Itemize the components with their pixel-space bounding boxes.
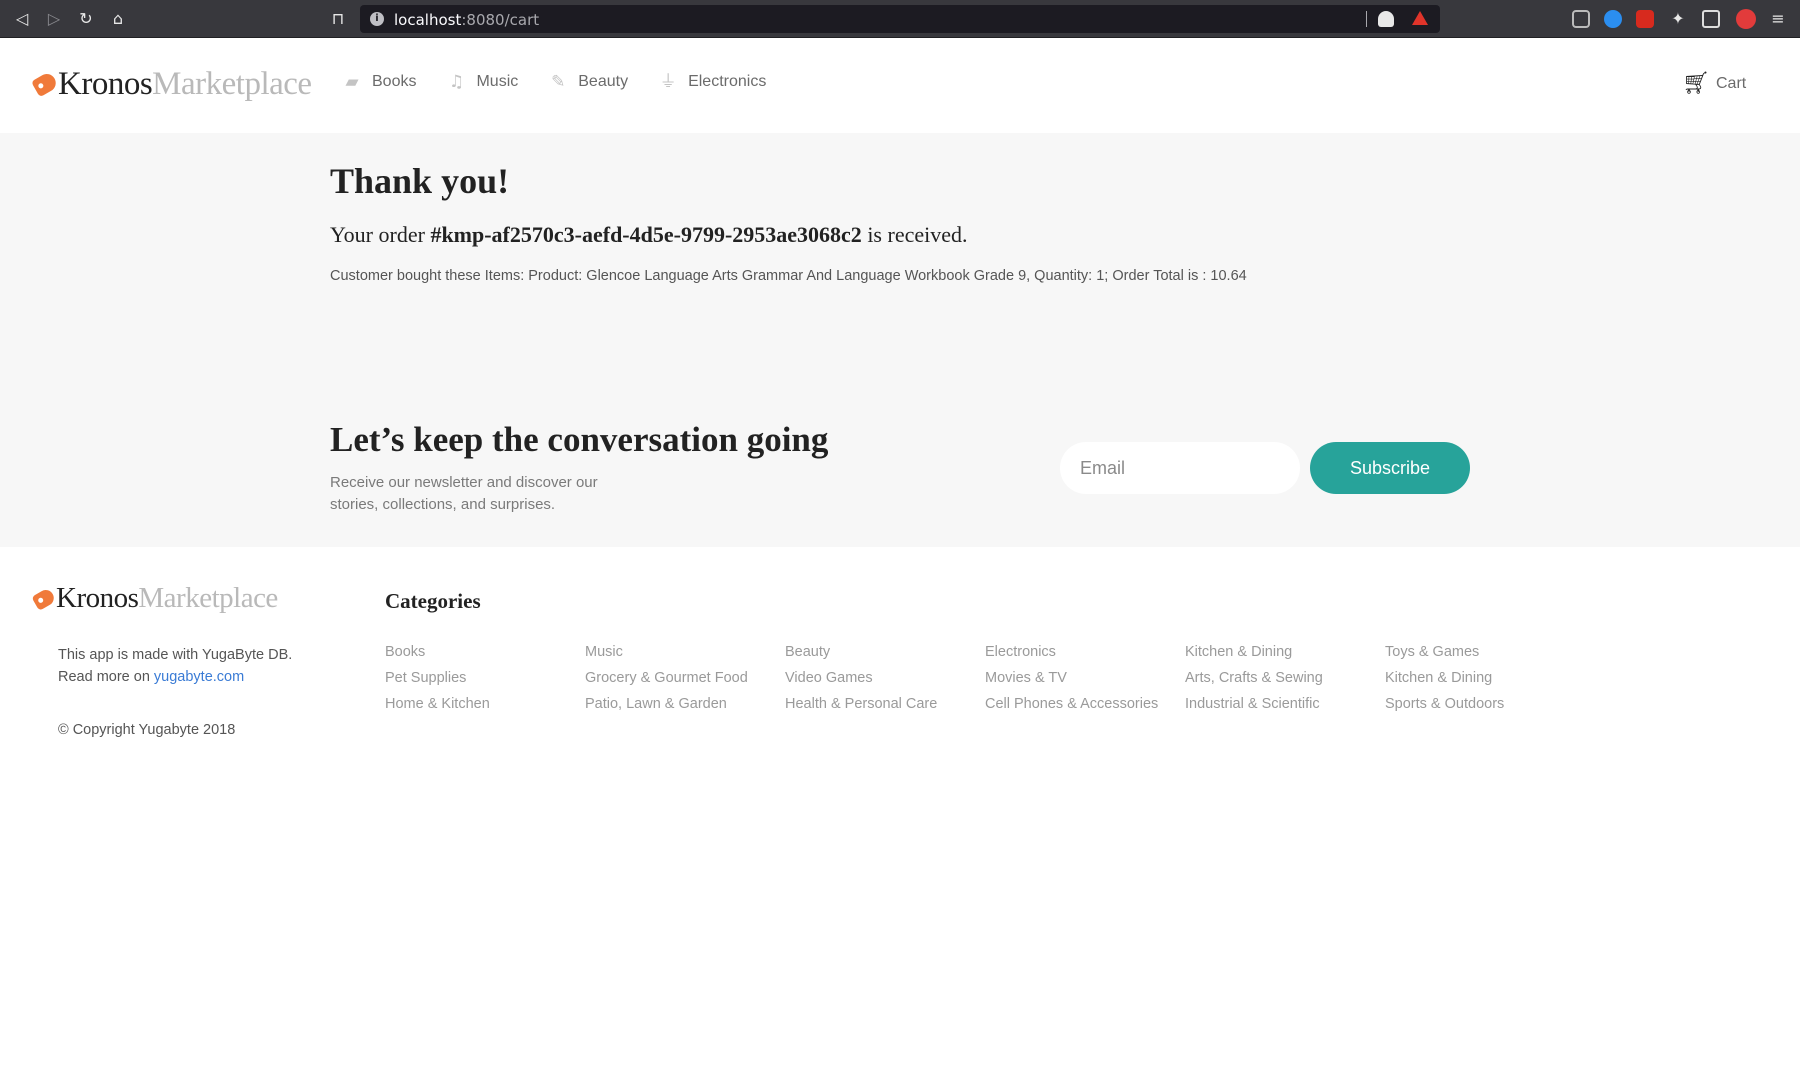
nav-item-music[interactable]: ♫ Music [446,72,518,92]
address-bar[interactable]: i localhost:8080/cart [360,5,1440,33]
back-icon[interactable]: ◁ [12,9,32,29]
logo-brand-primary: Kronos [58,65,153,102]
site-info-icon[interactable]: i [370,12,384,26]
category-link-music[interactable]: Music [585,642,785,662]
brave-shield-icon[interactable] [1378,11,1394,27]
site-logo[interactable]: Kronos Marketplace [30,64,312,104]
cart-link[interactable]: 🛒︎ Cart [1682,72,1746,96]
category-link-kitchen-dining-2[interactable]: Kitchen & Dining [1385,668,1585,688]
cart-icon: 🛒︎ [1682,71,1710,96]
nav-item-beauty[interactable]: ✎ Beauty [548,72,628,92]
subscribe-button[interactable]: Subscribe [1310,442,1470,494]
site-footer: Kronos Marketplace This app is made with… [0,547,1800,1088]
book-icon: ▰ [345,72,359,92]
category-link-industrial[interactable]: Industrial & Scientific [1185,694,1385,714]
category-link-books[interactable]: Books [385,642,585,662]
order-id: #kmp-af2570c3-aefd-4d5e-9799-2953ae3068c… [430,222,862,247]
order-received-line: Your order #kmp-af2570c3-aefd-4d5e-9799-… [330,222,967,248]
newsletter-title: Let’s keep the conversation going [330,420,829,459]
logo-brand-secondary: Marketplace [152,65,312,102]
nav-item-books[interactable]: ▰ Books [342,72,416,92]
nav-item-label: Electronics [688,73,767,90]
newsletter-description: Receive our newsletter and discover our … [330,474,598,513]
category-link-arts-crafts[interactable]: Arts, Crafts & Sewing [1185,668,1385,688]
browser-toolbar: ◁ ▷ ↻ ⌂ ⊓ i localhost:8080/cart ✦ ≡ [0,0,1800,38]
category-link-home-kitchen[interactable]: Home & Kitchen [385,694,585,714]
category-link-grocery[interactable]: Grocery & Gourmet Food [585,668,785,688]
extensions-puzzle-icon[interactable]: ✦ [1668,9,1688,29]
footer-read-more: Read more on yugabyte.com [58,666,318,688]
yugabyte-link[interactable]: yugabyte.com [154,669,244,685]
category-link-toys-games[interactable]: Toys & Games [1385,642,1585,662]
page-title: Thank you! [330,161,510,201]
address-url: localhost:8080/cart [394,11,540,29]
nav-item-label: Beauty [578,73,629,90]
category-link-electronics[interactable]: Electronics [985,642,1185,662]
newsletter-email-input[interactable] [1060,442,1300,494]
category-link-health[interactable]: Health & Personal Care [785,694,985,714]
footer-brand-primary: Kronos [56,582,139,614]
profile-avatar-icon[interactable] [1736,9,1756,29]
wallet-icon[interactable] [1702,10,1720,28]
categories-title: Categories [385,589,481,613]
address-divider [1366,11,1367,27]
category-link-beauty[interactable]: Beauty [785,642,985,662]
home-icon[interactable]: ⌂ [108,9,128,29]
nav-item-label: Books [372,73,417,90]
category-link-kitchen-dining[interactable]: Kitchen & Dining [1185,642,1385,662]
pdf-extension-icon[interactable] [1636,10,1654,28]
category-link-sports[interactable]: Sports & Outdoors [1385,694,1585,714]
forward-icon[interactable]: ▷ [44,9,64,29]
music-note-icon: ♫ [448,72,465,92]
footer-about: This app is made with YugaByte DB. Read … [58,644,318,688]
plug-icon: ⏚ [659,72,677,92]
menu-icon[interactable]: ≡ [1768,9,1788,29]
site-header: Kronos Marketplace ▰ Books ♫ Music ✎ Bea… [0,38,1800,133]
cart-label: Cart [1716,75,1747,92]
brush-icon: ✎ [551,72,566,92]
nav-item-electronics[interactable]: ⏚ Electronics [658,72,767,92]
main-nav: ▰ Books ♫ Music ✎ Beauty ⏚ Electronics [342,72,796,92]
category-link-pet-supplies[interactable]: Pet Supplies [385,668,585,688]
categories-grid: Books Music Beauty Electronics Kitchen &… [385,642,1585,714]
price-tag-icon [30,70,60,98]
category-link-cell-phones[interactable]: Cell Phones & Accessories [985,694,1185,714]
order-line-prefix: Your order [330,222,425,247]
category-link-patio-lawn[interactable]: Patio, Lawn & Garden [585,694,785,714]
footer-about-text: This app is made with YugaByte DB. [58,647,293,663]
order-confirmation-section [0,133,1800,547]
read-more-prefix: Read more on [58,669,150,685]
footer-copyright: © Copyright Yugabyte 2018 [58,722,236,738]
rewards-triangle-icon[interactable] [1412,11,1428,25]
price-tag-icon [31,586,57,611]
category-link-movies-tv[interactable]: Movies & TV [985,668,1185,688]
order-line-suffix: is received. [867,222,968,247]
reload-icon[interactable]: ↻ [76,9,96,29]
pocket-icon[interactable] [1572,10,1590,28]
extension-cloud-icon[interactable] [1604,10,1622,28]
footer-brand-secondary: Marketplace [138,582,278,614]
order-items-summary: Customer bought these Items: Product: Gl… [330,268,1247,284]
bookmark-icon[interactable]: ⊓ [328,9,348,29]
category-link-video-games[interactable]: Video Games [785,668,985,688]
nav-item-label: Music [476,73,519,90]
footer-logo[interactable]: Kronos Marketplace [31,582,278,615]
